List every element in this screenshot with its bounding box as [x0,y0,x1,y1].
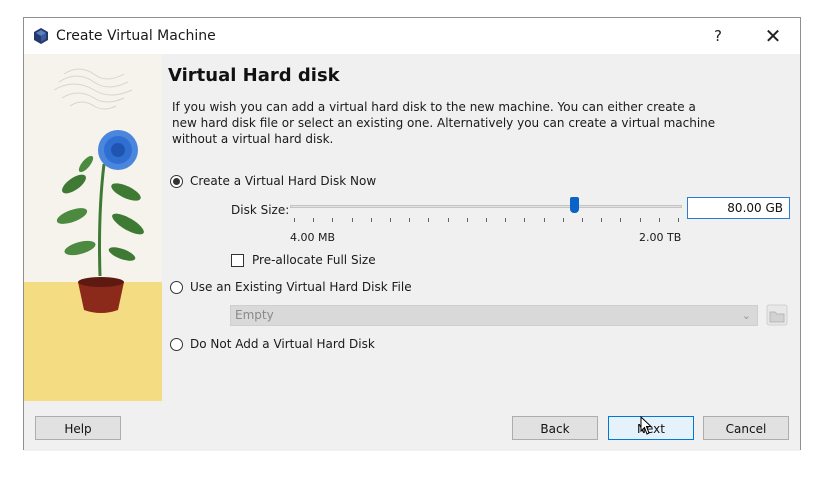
slider-handle[interactable] [570,197,579,213]
slider-tick [409,218,410,222]
existing-disk-value: Empty [235,308,274,322]
option-create-now[interactable]: Create a Virtual Hard Disk Now [170,172,376,190]
slider-max-label: 2.00 TB [639,231,682,244]
folder-open-icon [766,304,788,326]
cancel-button[interactable]: Cancel [703,416,789,440]
chevron-down-icon: ⌄ [741,309,751,322]
slider-tick [486,218,487,222]
slider-tick [332,218,333,222]
slider-groove [290,205,682,208]
slider-tick [582,218,583,222]
dialog-footer: Help Back Next Cancel [24,401,800,451]
radio-no-disk-label[interactable]: Do Not Add a Virtual Hard Disk [190,337,375,351]
title-bar: Create Virtual Machine ? ✕ [24,18,800,54]
slider-tick [371,218,372,222]
preallocate-option[interactable]: Pre-allocate Full Size [231,253,376,267]
existing-disk-select: Empty ⌄ [230,305,758,326]
slider-tick [659,218,660,222]
slider-tick [563,218,564,222]
window-title: Create Virtual Machine [56,28,216,44]
option-use-existing[interactable]: Use an Existing Virtual Hard Disk File [170,278,412,296]
radio-create-now[interactable] [170,174,183,188]
page-title: Virtual Hard disk [168,65,340,86]
help-icon-button[interactable]: ? [695,18,741,54]
slider-tick [601,218,602,222]
slider-tick [620,218,621,222]
slider-tick [678,218,679,222]
slider-tick [313,218,314,222]
help-button[interactable]: Help [35,416,121,440]
slider-tick [640,218,641,222]
slider-min-label: 4.00 MB [290,231,336,244]
page-content: Virtual Hard disk If you wish you can ad… [162,54,800,401]
option-no-disk[interactable]: Do Not Add a Virtual Hard Disk [170,335,375,353]
slider-tick [524,218,525,222]
virtualbox-cube-icon [34,28,48,44]
disk-size-label: Disk Size: [231,203,290,217]
slider-tick [352,218,353,222]
back-button[interactable]: Back [512,416,598,440]
slider-tick [390,218,391,222]
disk-size-slider[interactable] [290,196,682,226]
preallocate-label[interactable]: Pre-allocate Full Size [252,253,376,267]
plant-illustration-icon [24,54,162,401]
disk-size-field[interactable] [687,197,790,219]
page-description: If you wish you can add a virtual hard d… [172,100,716,146]
preallocate-checkbox[interactable] [231,253,244,267]
radio-use-existing[interactable] [170,280,183,294]
radio-create-now-label[interactable]: Create a Virtual Hard Disk Now [190,174,376,188]
close-icon-button[interactable]: ✕ [750,18,796,54]
wizard-illustration [24,54,162,401]
radio-no-disk[interactable] [170,337,183,351]
create-vm-dialog: Create Virtual Machine ? ✕ Virtual Hard … [23,17,801,451]
slider-tick [544,218,545,222]
slider-tick [505,218,506,222]
slider-tick [428,218,429,222]
slider-tick [294,218,295,222]
radio-use-existing-label[interactable]: Use an Existing Virtual Hard Disk File [190,280,412,294]
mouse-pointer-icon [640,416,653,435]
slider-tick [467,218,468,222]
slider-tick [448,218,449,222]
